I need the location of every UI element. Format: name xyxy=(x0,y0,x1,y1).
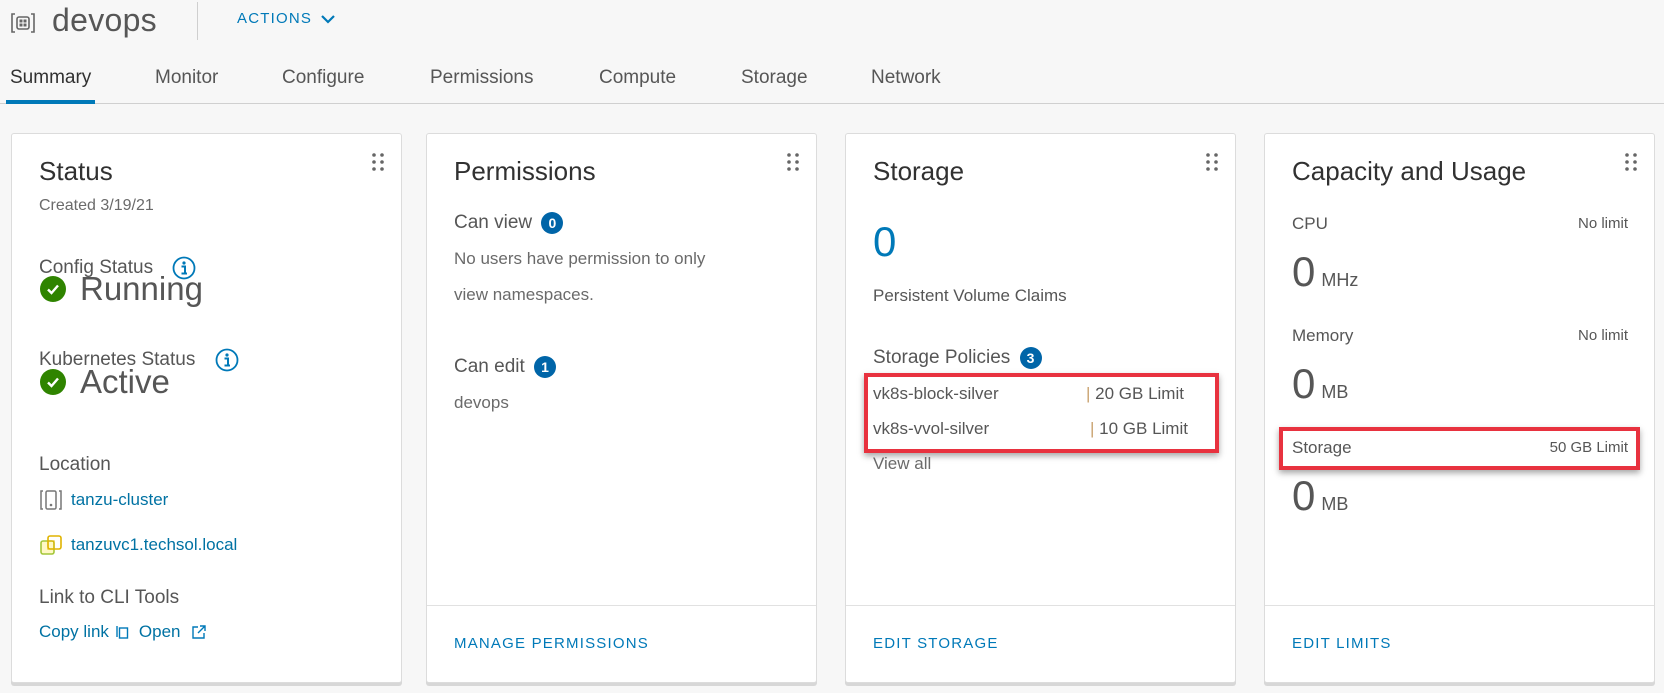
policy-limit-text: 10 GB Limit xyxy=(1099,419,1188,438)
pvc-label: Persistent Volume Claims xyxy=(873,286,1067,305)
policy-row-limit: | 20 GB Limit xyxy=(1086,384,1184,403)
tab-summary[interactable]: Summary xyxy=(5,66,96,104)
location-label: Location xyxy=(39,454,111,475)
tab-network[interactable]: Network xyxy=(871,66,941,104)
pvc-count[interactable]: 0 xyxy=(873,218,896,266)
card-title: Storage xyxy=(873,156,965,186)
cpu-value: 0 xyxy=(1292,248,1316,295)
storage-policies-text: Storage Policies xyxy=(873,347,1011,369)
vcenter-icon xyxy=(40,535,62,555)
cpu-limit: No limit xyxy=(1577,215,1628,232)
actions-label: ACTIONS xyxy=(237,10,313,27)
storage-usage: 0 MB xyxy=(1292,472,1348,520)
drag-handle-icon[interactable] xyxy=(786,152,800,172)
memory-limit: No limit xyxy=(1577,327,1628,344)
can-view-label: Can view 0 xyxy=(454,212,564,234)
policy-limit-text: 20 GB Limit xyxy=(1095,384,1184,403)
config-status-value: Running xyxy=(40,270,203,308)
storage-policies-label: Storage Policies 3 xyxy=(873,347,1042,369)
cpu-label: CPU xyxy=(1292,214,1328,233)
vcenter-link[interactable]: tanzuvc1.techsol.local xyxy=(71,535,237,555)
cpu-usage: 0 MHz xyxy=(1292,248,1358,296)
storage-limit: 50 GB Limit xyxy=(1549,439,1628,456)
tab-compute[interactable]: Compute xyxy=(599,66,676,104)
tab-bar: Summary Monitor Configure Permissions Co… xyxy=(0,58,1664,104)
policy-row-limit: | 10 GB Limit xyxy=(1090,419,1188,438)
policy-row-name: vk8s-vvol-silver xyxy=(873,419,990,438)
info-icon[interactable] xyxy=(215,348,239,372)
edit-storage-button[interactable]: EDIT STORAGE xyxy=(873,635,999,652)
tab-permissions[interactable]: Permissions xyxy=(430,66,533,104)
tab-storage[interactable]: Storage xyxy=(741,66,808,104)
card-title: Capacity and Usage xyxy=(1292,156,1527,186)
can-view-count-badge: 0 xyxy=(541,212,564,234)
tab-monitor[interactable]: Monitor xyxy=(155,66,218,104)
can-edit-label: Can edit 1 xyxy=(454,356,557,378)
storage-card: Storage 0 Persistent Volume Claims Stora… xyxy=(845,133,1236,683)
header-divider xyxy=(197,2,198,40)
cli-links-row: Copy link Open xyxy=(39,622,207,642)
can-view-text: Can view xyxy=(454,212,533,234)
chevron-down-icon xyxy=(321,14,335,24)
memory-label: Memory xyxy=(1292,326,1354,345)
k8s-status-text-value: Active xyxy=(80,363,170,400)
card-footer: EDIT LIMITS xyxy=(1265,605,1654,682)
config-status-text-value: Running xyxy=(80,270,203,307)
actions-menu-button[interactable]: ACTIONS xyxy=(237,10,336,27)
storage-value: 0 xyxy=(1292,472,1316,519)
policy-row-name: vk8s-block-silver xyxy=(873,384,999,403)
can-view-description-line2: view namespaces. xyxy=(454,285,594,304)
view-all-link[interactable]: View all xyxy=(873,454,931,474)
copy-link[interactable]: Copy link xyxy=(39,622,109,642)
drag-handle-icon[interactable] xyxy=(1624,152,1638,172)
open-link[interactable]: Open xyxy=(139,622,181,642)
drag-handle-icon[interactable] xyxy=(371,152,385,172)
permissions-card: Permissions Can view 0 No users have per… xyxy=(426,133,817,683)
tab-configure[interactable]: Configure xyxy=(282,66,364,104)
memory-unit: MB xyxy=(1321,382,1349,402)
edit-limits-button[interactable]: EDIT LIMITS xyxy=(1292,635,1392,652)
copy-icon[interactable] xyxy=(115,624,129,640)
k8s-status-value: Active xyxy=(40,363,170,401)
drag-handle-icon[interactable] xyxy=(1205,152,1219,172)
status-card: Status Created 3/19/21 Config Status Run… xyxy=(11,133,402,683)
cluster-link[interactable]: tanzu-cluster xyxy=(71,490,168,510)
cluster-row: tanzu-cluster xyxy=(39,489,168,511)
vcenter-row: tanzuvc1.techsol.local xyxy=(39,534,237,556)
can-view-description-line1: No users have permission to only xyxy=(454,249,706,268)
card-title: Permissions xyxy=(454,156,596,186)
storage-policies-count-badge: 3 xyxy=(1019,347,1042,369)
external-link-icon[interactable] xyxy=(191,624,207,640)
storage-label: Storage xyxy=(1292,438,1352,457)
namespace-icon xyxy=(11,13,35,33)
memory-usage: 0 MB xyxy=(1292,360,1348,408)
cli-tools-label: Link to CLI Tools xyxy=(39,587,180,608)
card-title: Status xyxy=(39,156,113,186)
success-check-icon xyxy=(40,369,66,395)
success-check-icon xyxy=(40,276,66,302)
memory-value: 0 xyxy=(1292,360,1316,407)
card-footer: MANAGE PERMISSIONS xyxy=(427,605,816,682)
storage-unit: MB xyxy=(1321,494,1349,514)
created-date: Created 3/19/21 xyxy=(39,197,154,214)
can-edit-user: devops xyxy=(454,393,509,412)
card-footer: EDIT STORAGE xyxy=(846,605,1235,682)
can-edit-count-badge: 1 xyxy=(534,356,557,378)
page-title: devops xyxy=(52,2,157,38)
capacity-card: Capacity and Usage CPU No limit 0 MHz Mem… xyxy=(1264,133,1655,683)
manage-permissions-button[interactable]: MANAGE PERMISSIONS xyxy=(454,635,649,652)
cluster-icon xyxy=(40,490,62,510)
can-edit-text: Can edit xyxy=(454,356,525,378)
page-header: devops ACTIONS xyxy=(0,0,1664,44)
cpu-unit: MHz xyxy=(1321,270,1359,290)
